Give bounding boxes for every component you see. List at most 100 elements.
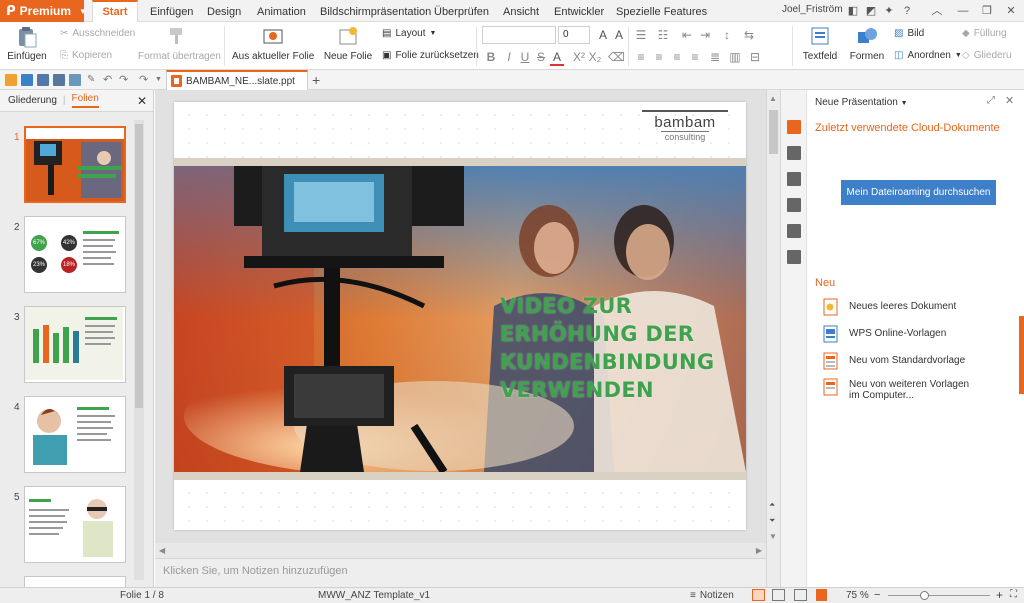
tab-einfuegen[interactable]: Einfügen	[150, 0, 193, 22]
zoom-level[interactable]: 75 %	[846, 590, 869, 601]
fill-button[interactable]: ◆ Füllung	[962, 28, 1007, 39]
new-tab-icon[interactable]: +	[312, 73, 324, 87]
subscript-icon[interactable]: X₂	[588, 50, 602, 64]
grow-font-icon[interactable]: A	[596, 28, 610, 42]
outline-button[interactable]: ◇ Gliederu	[962, 50, 1012, 61]
line-spacing-icon[interactable]: ↕	[720, 28, 734, 42]
slide-thumbnail-3[interactable]	[24, 306, 126, 383]
format-painter-button[interactable]: Format übertragen	[138, 26, 221, 62]
outdent-icon[interactable]: ⇥	[698, 28, 712, 42]
ribbon-collapse-icon[interactable]: ︿	[930, 4, 944, 18]
italic-icon[interactable]: I	[502, 50, 516, 64]
picture-button[interactable]: ▨ Bild	[894, 28, 924, 39]
tab-start[interactable]: Start	[92, 0, 138, 22]
task-pane-collapse-handle[interactable]	[1019, 316, 1024, 394]
wps-online-templates-item[interactable]: WPS Online-Vorlagen	[823, 325, 946, 343]
skin-color-icon[interactable]: ◩	[864, 4, 878, 18]
clear-format-icon[interactable]: ⌫	[608, 50, 625, 64]
previous-slide-icon[interactable]: ⏶	[769, 500, 775, 510]
undock-icon[interactable]: ⤢	[987, 95, 995, 106]
font-size-input[interactable]: 0	[558, 26, 590, 44]
slide-thumbnail-6[interactable]	[24, 576, 126, 587]
redo-alt-icon[interactable]: ↷	[139, 74, 151, 86]
user-name[interactable]: Joel_Friström	[782, 4, 843, 15]
numbering-icon[interactable]: ☷	[656, 28, 670, 42]
font-name-input[interactable]	[482, 26, 556, 44]
align-right-icon[interactable]: ≡	[670, 50, 684, 64]
premium-menu-button[interactable]: ᑭ Premium ▼	[0, 0, 87, 22]
print-preview-icon[interactable]	[69, 74, 81, 86]
slide-thumbnail-1[interactable]	[24, 126, 126, 203]
scroll-down-icon[interactable]: ▼	[769, 532, 777, 541]
tab-ueberpruefen[interactable]: Überprüfen	[434, 0, 489, 22]
thumbnail-scrollbar-thumb[interactable]	[135, 124, 143, 408]
new-from-more-templates-item[interactable]: Neu von weiteren Vorlagen im Computer...	[823, 378, 973, 401]
reading-view-icon[interactable]	[794, 589, 807, 601]
vertical-scrollbar-thumb[interactable]	[769, 110, 778, 154]
undo-icon[interactable]: ↶	[103, 74, 115, 86]
layout-button[interactable]: ▤ Layout ▼	[382, 28, 436, 39]
font-color-icon[interactable]: A	[550, 50, 564, 66]
tab-spezielle-features[interactable]: Spezielle Features	[616, 0, 707, 22]
shapes-button[interactable]: Formen	[846, 26, 888, 62]
slide-thumbnail-2[interactable]: 67% 42% 23% 18%	[24, 216, 126, 293]
thumbnail-scrollbar[interactable]	[134, 120, 144, 580]
tab-outline[interactable]: Gliederung	[8, 95, 57, 106]
slide-canvas[interactable]: bambam consulting VIDEO ZUR ERHÖHUNG DER…	[174, 102, 746, 530]
slide-transition-icon[interactable]	[787, 146, 801, 160]
textbox-button[interactable]: Textfeld	[798, 26, 842, 62]
arrange-button[interactable]: ◫ Anordnen ▼	[894, 50, 962, 61]
task-pane-title[interactable]: Neue Präsentation ▼	[815, 97, 908, 108]
document-tab[interactable]: BAMBAM_NE...slate.ppt	[166, 70, 308, 90]
backup-icon[interactable]	[787, 224, 801, 238]
minimize-icon[interactable]: —	[956, 4, 970, 18]
copy-button[interactable]: ⎘ Kopieren	[60, 50, 112, 61]
close-pane-icon[interactable]: ✕	[1005, 94, 1014, 107]
strikethrough-icon[interactable]: S	[534, 50, 548, 64]
new-from-default-template-item[interactable]: Neu vom Standardvorlage	[823, 352, 965, 370]
distribute-icon[interactable]: ≣	[708, 50, 722, 64]
superscript-icon[interactable]: X²	[572, 50, 586, 64]
layout-pane-icon[interactable]	[787, 198, 801, 212]
text-direction-icon[interactable]: ⇆	[742, 28, 756, 42]
help-icon[interactable]: ?	[900, 4, 914, 18]
roaming-search-button[interactable]: Mein Dateiroaming durchsuchen	[841, 180, 996, 205]
shirt-icon[interactable]: ✦	[882, 4, 896, 18]
new-blank-document-item[interactable]: Neues leeres Dokument	[823, 298, 956, 316]
shrink-font-icon[interactable]: A	[612, 28, 626, 42]
zoom-out-icon[interactable]: −	[874, 589, 880, 601]
zoom-in-icon[interactable]: +	[996, 588, 1003, 602]
slideshow-play-icon[interactable]	[816, 589, 827, 601]
zoom-slider[interactable]	[888, 595, 990, 596]
notes-toggle[interactable]: ≡ Notizen	[690, 590, 734, 601]
tab-design[interactable]: Design	[207, 0, 241, 22]
normal-view-icon[interactable]	[752, 589, 765, 601]
bullets-icon[interactable]: ☰	[634, 28, 648, 42]
reset-slide-button[interactable]: ▣ Folie zurücksetzen	[382, 50, 479, 61]
notes-input[interactable]: Klicken Sie, um Notizen hinzuzufügen	[155, 558, 766, 587]
cut-button[interactable]: ✂ Ausschneiden	[60, 28, 135, 39]
slide-thumbnail-5[interactable]	[24, 486, 126, 563]
next-slide-icon[interactable]: ⏷	[769, 516, 775, 526]
close-icon[interactable]: ✕	[1004, 4, 1018, 18]
from-current-slide-button[interactable]: Aus aktueller Folie	[232, 26, 314, 62]
scroll-up-icon[interactable]: ▲	[769, 94, 777, 103]
skin-icon[interactable]: ◧	[846, 4, 860, 18]
open-icon[interactable]	[5, 74, 17, 86]
tab-ansicht[interactable]: Ansicht	[503, 0, 539, 22]
fit-to-window-icon[interactable]: ⛶	[1010, 589, 1017, 600]
tab-slides[interactable]: Folien	[71, 93, 99, 108]
slide-thumbnail-4[interactable]	[24, 396, 126, 473]
paste-button[interactable]: Einfügen	[6, 26, 48, 62]
format-icon[interactable]: ✎	[87, 74, 99, 86]
animation-pane-icon[interactable]	[787, 172, 801, 186]
bold-icon[interactable]: B	[484, 50, 498, 64]
indent-icon[interactable]: ⇤	[680, 28, 694, 42]
tab-animation[interactable]: Animation	[257, 0, 306, 22]
template-name[interactable]: MWW_ANZ Template_v1	[318, 590, 430, 601]
redo-icon[interactable]: ↷	[119, 74, 131, 86]
tab-entwickler[interactable]: Entwickler	[554, 0, 604, 22]
print-icon[interactable]	[53, 74, 65, 86]
new-slide-button[interactable]: Neue Folie	[320, 26, 376, 62]
columns-icon[interactable]: ▥	[728, 50, 742, 64]
